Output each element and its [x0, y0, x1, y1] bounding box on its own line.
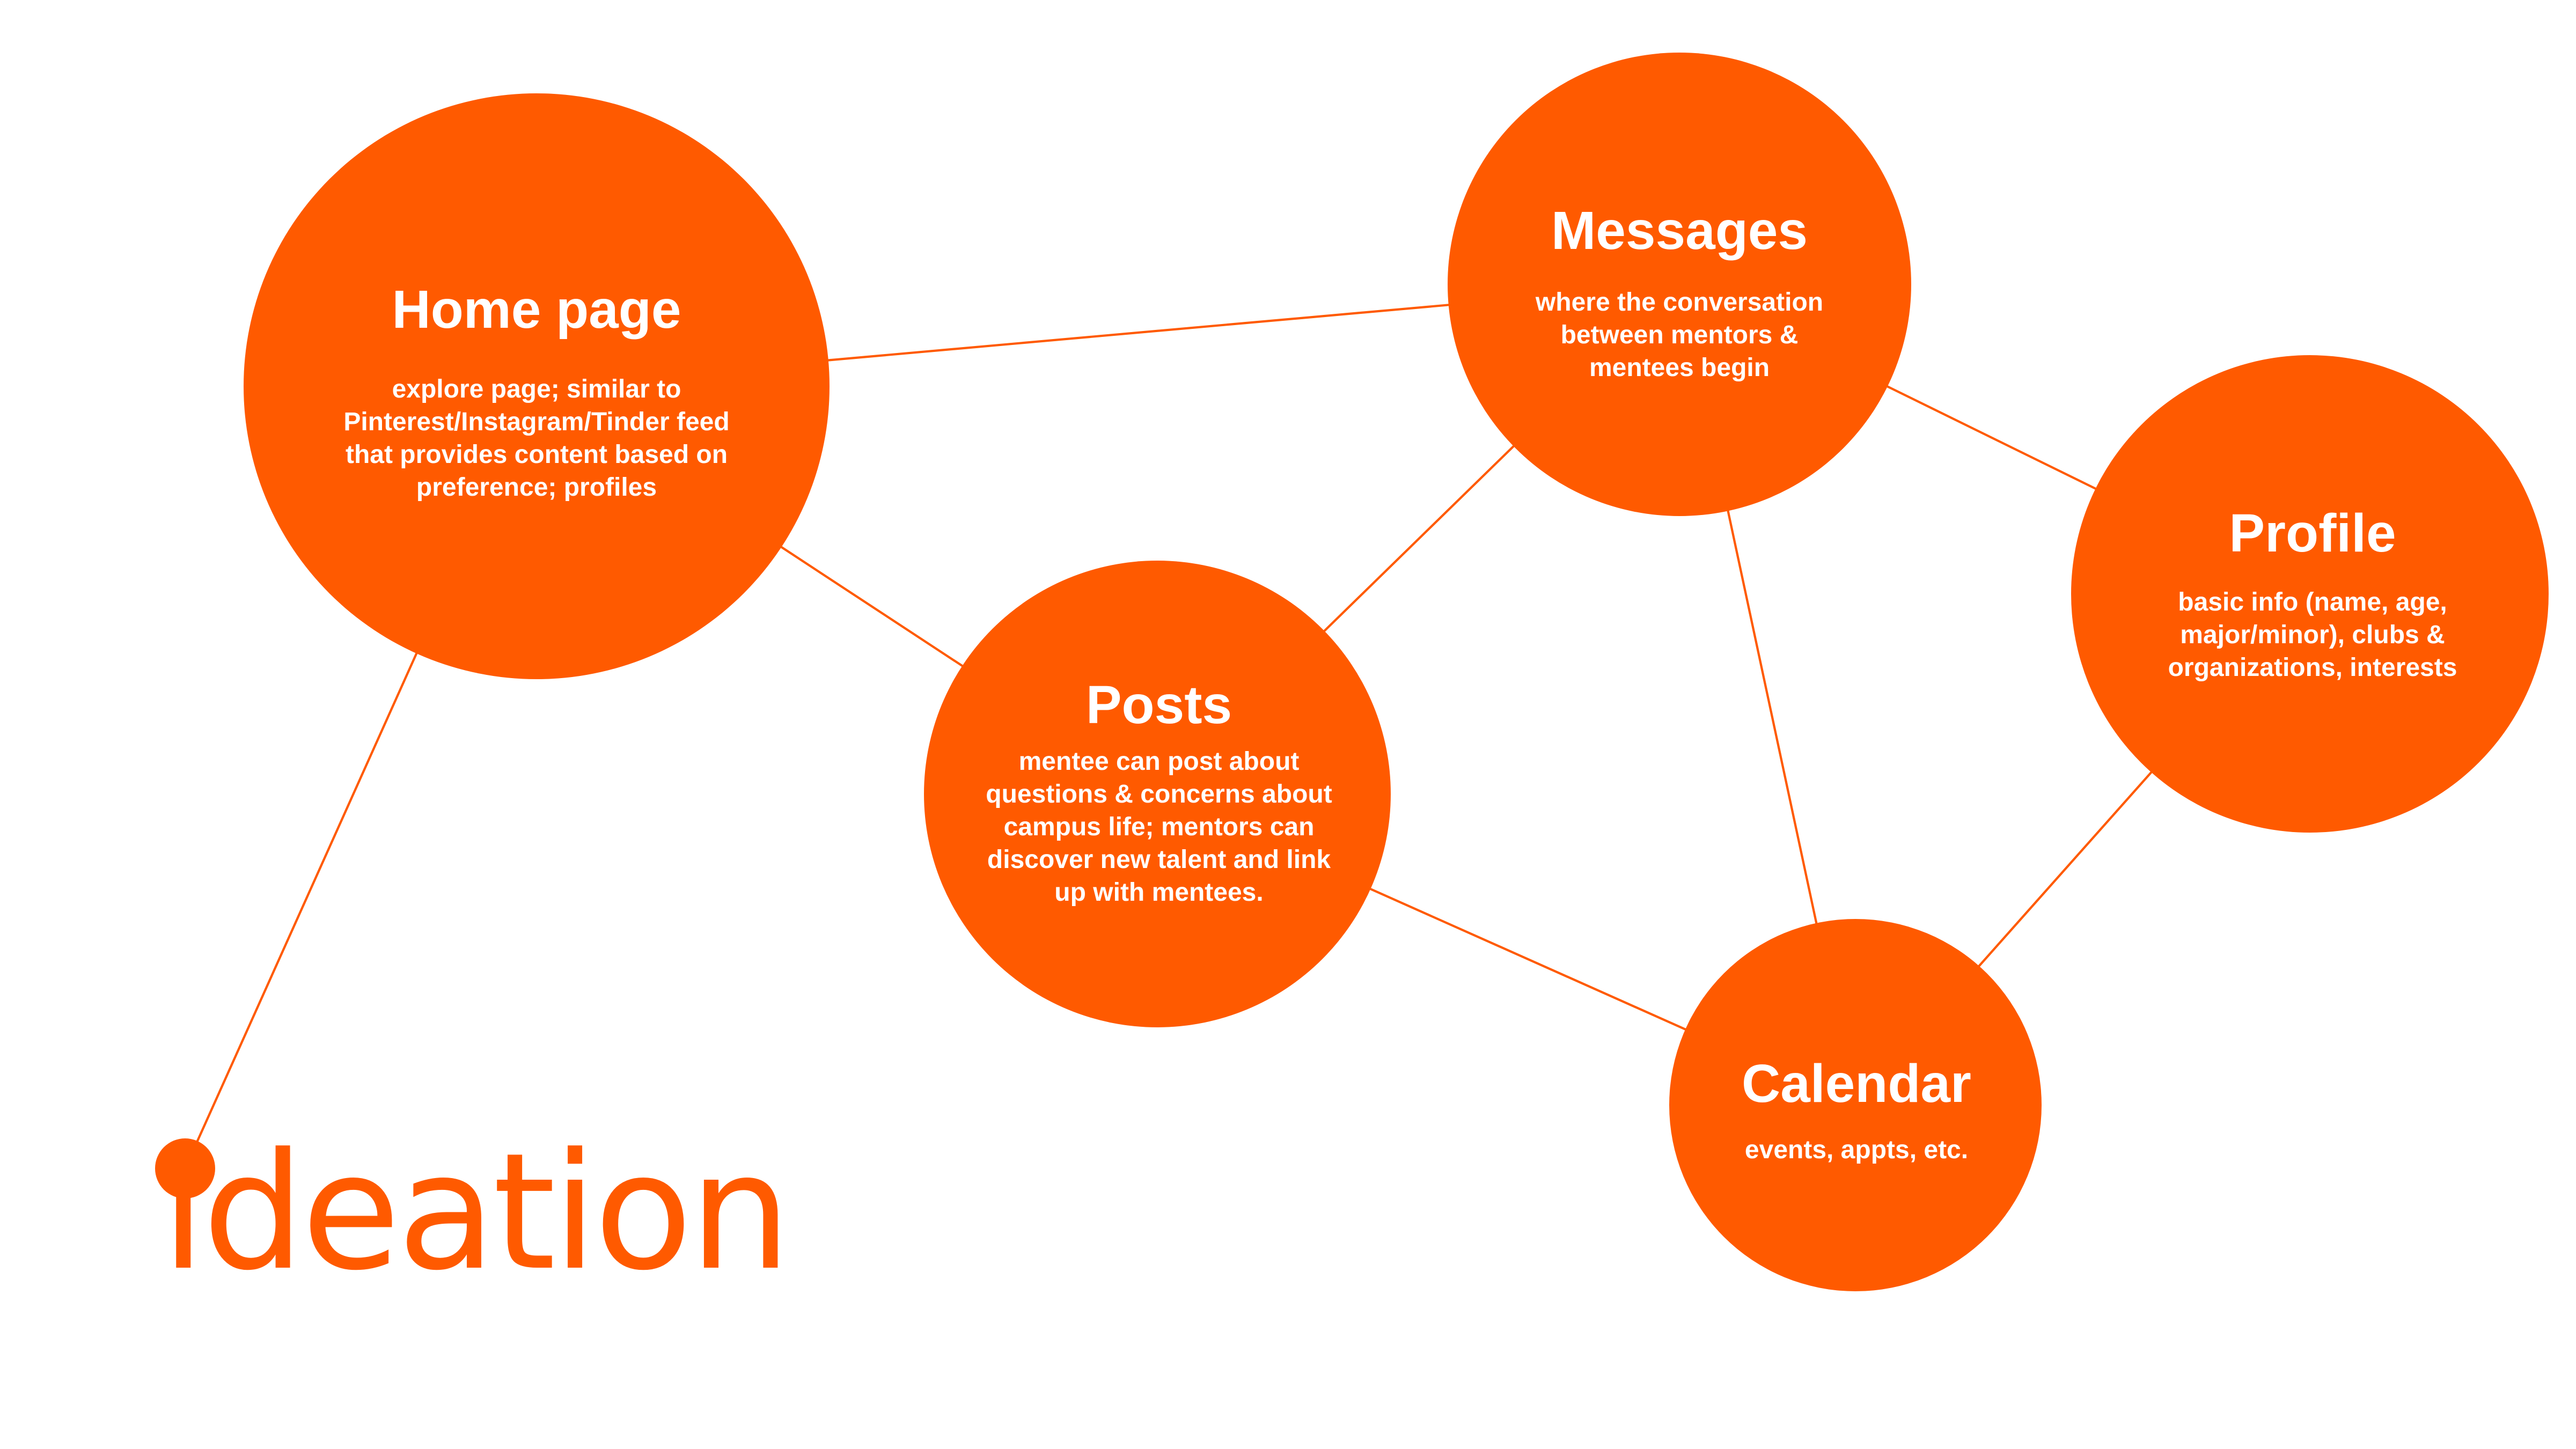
- node-calendar: Calendar events, appts, etc.: [1690, 1056, 2023, 1166]
- ideation-wordmark: ideation: [161, 1119, 791, 1306]
- node-title: Profile: [2229, 503, 2396, 563]
- node-description: mentee can post about questions & concer…: [986, 747, 1332, 907]
- node-posts: Posts mentee can post about questions & …: [934, 677, 1384, 909]
- ideation-diagram: Home page explore page; similar to Pinte…: [0, 0, 2576, 1449]
- node-title: Messages: [1551, 201, 1808, 261]
- node-title: Calendar: [1742, 1054, 1971, 1114]
- node-description: where the conversation between mentors &…: [1535, 288, 1824, 382]
- node-messages: Messages where the conversation between …: [1438, 203, 1921, 384]
- node-description: explore page; similar to Pinterest/Insta…: [343, 375, 730, 502]
- node-profile: Profile basic info (name, age, major/min…: [2076, 505, 2549, 684]
- node-description: basic info (name, age, major/minor), clu…: [2168, 588, 2457, 682]
- node-description: events, appts, etc.: [1744, 1136, 1969, 1164]
- node-home-page: Home page explore page; similar to Pinte…: [268, 282, 805, 504]
- node-title: Home page: [392, 279, 681, 340]
- node-title: Posts: [1085, 675, 1232, 735]
